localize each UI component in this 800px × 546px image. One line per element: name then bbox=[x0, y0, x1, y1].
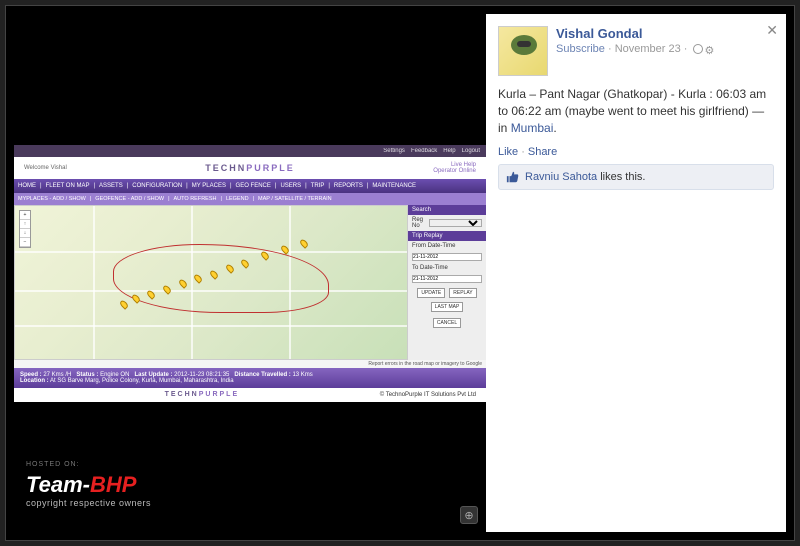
report-error-link[interactable]: Report errors in the road map or imagery… bbox=[14, 360, 486, 368]
link-settings[interactable]: Settings bbox=[383, 148, 405, 154]
map-zoom-control[interactable]: +↑↓− bbox=[19, 210, 31, 248]
app-top-links: Settings Feedback Help Logout bbox=[14, 145, 486, 157]
from-label: From Date-Time bbox=[412, 243, 455, 249]
post-sidebar: ✕ Vishal Gondal Subscribe · November 23 … bbox=[486, 14, 786, 532]
replay-button[interactable]: REPLAY bbox=[449, 288, 476, 298]
cancel-button[interactable]: CANCEL bbox=[433, 318, 461, 328]
location-link[interactable]: Mumbai bbox=[511, 121, 554, 135]
watermark: Team-BHP copyright respective owners bbox=[26, 472, 151, 508]
close-icon[interactable]: ✕ bbox=[766, 22, 778, 39]
to-label: To Date-Time bbox=[412, 265, 448, 271]
nav-home[interactable]: HOME bbox=[18, 183, 36, 189]
regno-select[interactable] bbox=[429, 219, 482, 227]
post-actions: Like·Share bbox=[498, 146, 774, 158]
nav-trip[interactable]: TRIP bbox=[311, 183, 325, 189]
post-body: Kurla – Pant Nagar (Ghatkopar) - Kurla :… bbox=[498, 86, 774, 136]
map-canvas[interactable]: +↑↓− bbox=[14, 205, 408, 360]
from-date-input[interactable] bbox=[412, 253, 482, 261]
live-help[interactable]: Live HelpOperator Online bbox=[433, 162, 476, 174]
sub-nav: MYPLACES - ADD / SHOW| GEOFENCE - ADD / … bbox=[14, 193, 486, 205]
regno-label: Reg No bbox=[412, 217, 427, 229]
nav-reports[interactable]: REPORTS bbox=[334, 183, 363, 189]
link-feedback[interactable]: Feedback bbox=[411, 148, 437, 154]
brand-logo: TECHNPURPLE bbox=[205, 163, 295, 173]
avatar[interactable] bbox=[498, 26, 548, 76]
photo-viewer: Settings Feedback Help Logout Welcome Vi… bbox=[14, 14, 486, 532]
to-date-input[interactable] bbox=[412, 275, 482, 283]
nav-users[interactable]: USERS bbox=[280, 183, 301, 189]
hosted-on-label: HOSTED ON: bbox=[26, 461, 80, 468]
status-bar: Speed : 27 Kms /H Status : Engine ON Las… bbox=[14, 368, 486, 388]
subnav-myplaces[interactable]: MYPLACES - ADD / SHOW bbox=[18, 196, 86, 202]
subnav-maptype[interactable]: MAP / SATELLITE / TERRAIN bbox=[258, 196, 332, 202]
like-link[interactable]: Like bbox=[498, 146, 518, 158]
nav-myplaces[interactable]: MY PLACES bbox=[192, 183, 226, 189]
thumb-up-icon bbox=[506, 170, 520, 184]
subnav-legend[interactable]: LEGEND bbox=[226, 196, 249, 202]
footer-copyright: © TechnoPurple IT Solutions Pvt Ltd bbox=[380, 392, 476, 398]
link-help[interactable]: Help bbox=[443, 148, 455, 154]
liker-link[interactable]: Ravniu Sahota bbox=[525, 171, 597, 183]
link-logout[interactable]: Logout bbox=[462, 148, 480, 154]
lastmap-button[interactable]: LAST MAP bbox=[431, 302, 464, 312]
subnav-geofence[interactable]: GEOFENCE - ADD / SHOW bbox=[95, 196, 164, 202]
search-header: Search bbox=[408, 205, 486, 215]
subnav-refresh[interactable]: AUTO REFRESH bbox=[174, 196, 217, 202]
embedded-screenshot: Settings Feedback Help Logout Welcome Vi… bbox=[14, 145, 486, 402]
zoom-icon[interactable]: ⊕ bbox=[460, 506, 478, 524]
likes-summary: Ravniu Sahota likes this. bbox=[498, 164, 774, 190]
nav-fleet[interactable]: FLEET ON MAP bbox=[46, 183, 90, 189]
trip-header: Trip Replay bbox=[408, 231, 486, 241]
update-button[interactable]: UPDATE bbox=[417, 288, 445, 298]
side-panel: Search Reg No Trip Replay From Date-Time… bbox=[408, 205, 486, 360]
share-link[interactable]: Share bbox=[528, 146, 557, 158]
welcome-text: Welcome Vishal bbox=[24, 165, 67, 171]
nav-assets[interactable]: ASSETS bbox=[99, 183, 123, 189]
app-header: Welcome Vishal TECHNPURPLE Live HelpOper… bbox=[14, 157, 486, 179]
main-nav: HOME| FLEET ON MAP| ASSETS| CONFIGURATIO… bbox=[14, 179, 486, 193]
poster-name-link[interactable]: Vishal Gondal bbox=[556, 26, 715, 41]
subscribe-link[interactable]: Subscribe bbox=[556, 43, 605, 55]
nav-config[interactable]: CONFIGURATION bbox=[132, 183, 182, 189]
post-date[interactable]: November 23 bbox=[615, 43, 681, 55]
globe-icon[interactable] bbox=[693, 44, 703, 54]
app-footer: TECHNPURPLE © TechnoPurple IT Solutions … bbox=[14, 388, 486, 402]
nav-geofence[interactable]: GEO FENCE bbox=[236, 183, 271, 189]
nav-maint[interactable]: MAINTENANCE bbox=[372, 183, 416, 189]
gear-icon[interactable]: ⚙ bbox=[705, 44, 715, 54]
